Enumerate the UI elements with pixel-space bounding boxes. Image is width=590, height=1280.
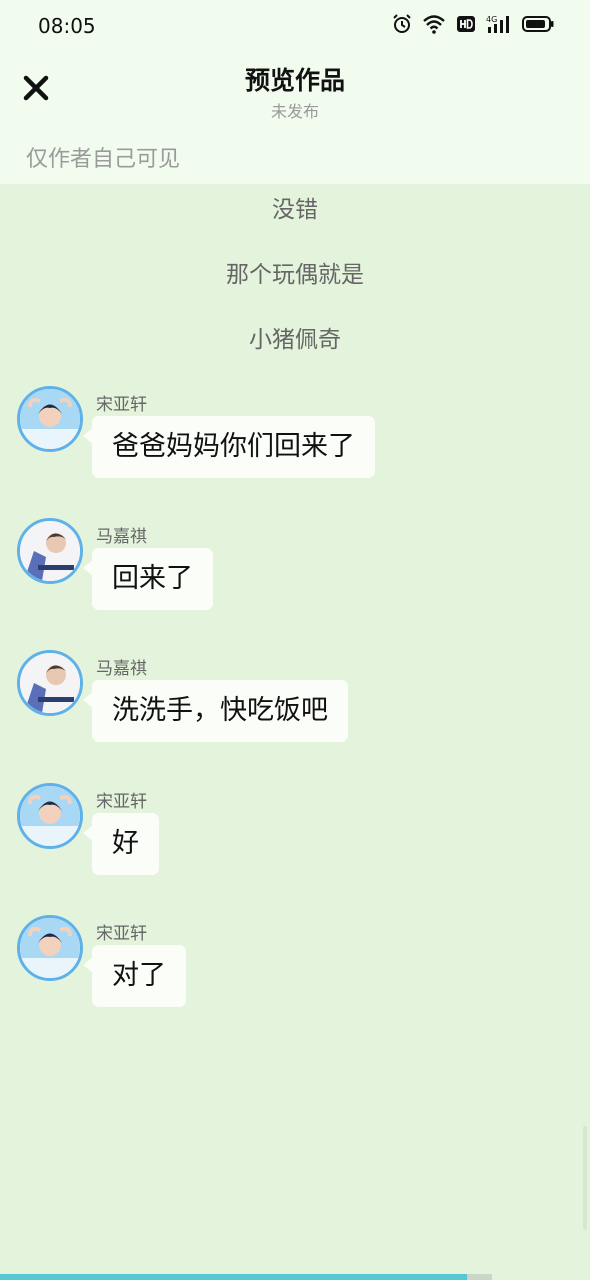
reading-progress-bar — [0, 1274, 492, 1280]
svg-text:4G: 4G — [486, 15, 497, 24]
avatar-photo-icon — [20, 786, 80, 846]
message-bubble: 好 — [83, 813, 159, 875]
message-bubble: 洗洗手，快吃饭吧 — [83, 680, 348, 742]
header: 预览作品 未发布 — [0, 52, 590, 132]
narration-line: 小猪佩奇 — [249, 327, 341, 353]
sender-name: 马嘉祺 — [96, 527, 147, 547]
publish-status: 未发布 — [270, 102, 319, 121]
chat-message: 马嘉祺 洗洗手，快吃饭吧 — [0, 650, 590, 760]
alarm-icon — [393, 14, 411, 33]
scrollbar[interactable] — [583, 1126, 587, 1230]
message-bubble: 对了 — [83, 945, 186, 1007]
narration-line: 没错 — [272, 197, 318, 223]
chat-message: 马嘉祺 回来了 — [0, 518, 590, 628]
avatar[interactable] — [17, 386, 83, 452]
message-bubble: 回来了 — [83, 548, 213, 610]
sender-name: 宋亚轩 — [96, 924, 147, 944]
status-time: 08:05 — [38, 14, 96, 38]
status-icons: 4G — [392, 14, 554, 34]
signal-4g-icon: 4G — [486, 15, 509, 33]
battery-icon — [522, 16, 554, 32]
avatar[interactable] — [17, 650, 83, 716]
visibility-note: 仅作者自己可见 — [26, 147, 181, 172]
sender-name: 马嘉祺 — [96, 659, 147, 679]
page-title: 预览作品 — [244, 66, 345, 95]
narration-line: 那个玩偶就是 — [226, 262, 364, 288]
wifi-icon — [423, 15, 445, 34]
chat-message: 宋亚轩 爸爸妈妈你们回来了 — [0, 386, 590, 496]
avatar-photo-icon — [20, 653, 80, 713]
avatar[interactable] — [17, 915, 83, 981]
chat-message: 宋亚轩 好 — [0, 783, 590, 893]
chat-message: 宋亚轩 对了 — [0, 915, 590, 1025]
sender-name: 宋亚轩 — [96, 792, 147, 812]
avatar[interactable] — [17, 518, 83, 584]
hd-icon — [457, 16, 475, 32]
status-bar: 08:05 4G — [0, 0, 590, 52]
avatar[interactable] — [17, 783, 83, 849]
avatar-photo-icon — [20, 389, 80, 449]
message-bubble: 爸爸妈妈你们回来了 — [83, 416, 375, 478]
reading-progress-fill — [0, 1274, 468, 1280]
avatar-photo-icon — [20, 918, 80, 978]
sender-name: 宋亚轩 — [96, 395, 147, 415]
avatar-photo-icon — [20, 521, 80, 581]
